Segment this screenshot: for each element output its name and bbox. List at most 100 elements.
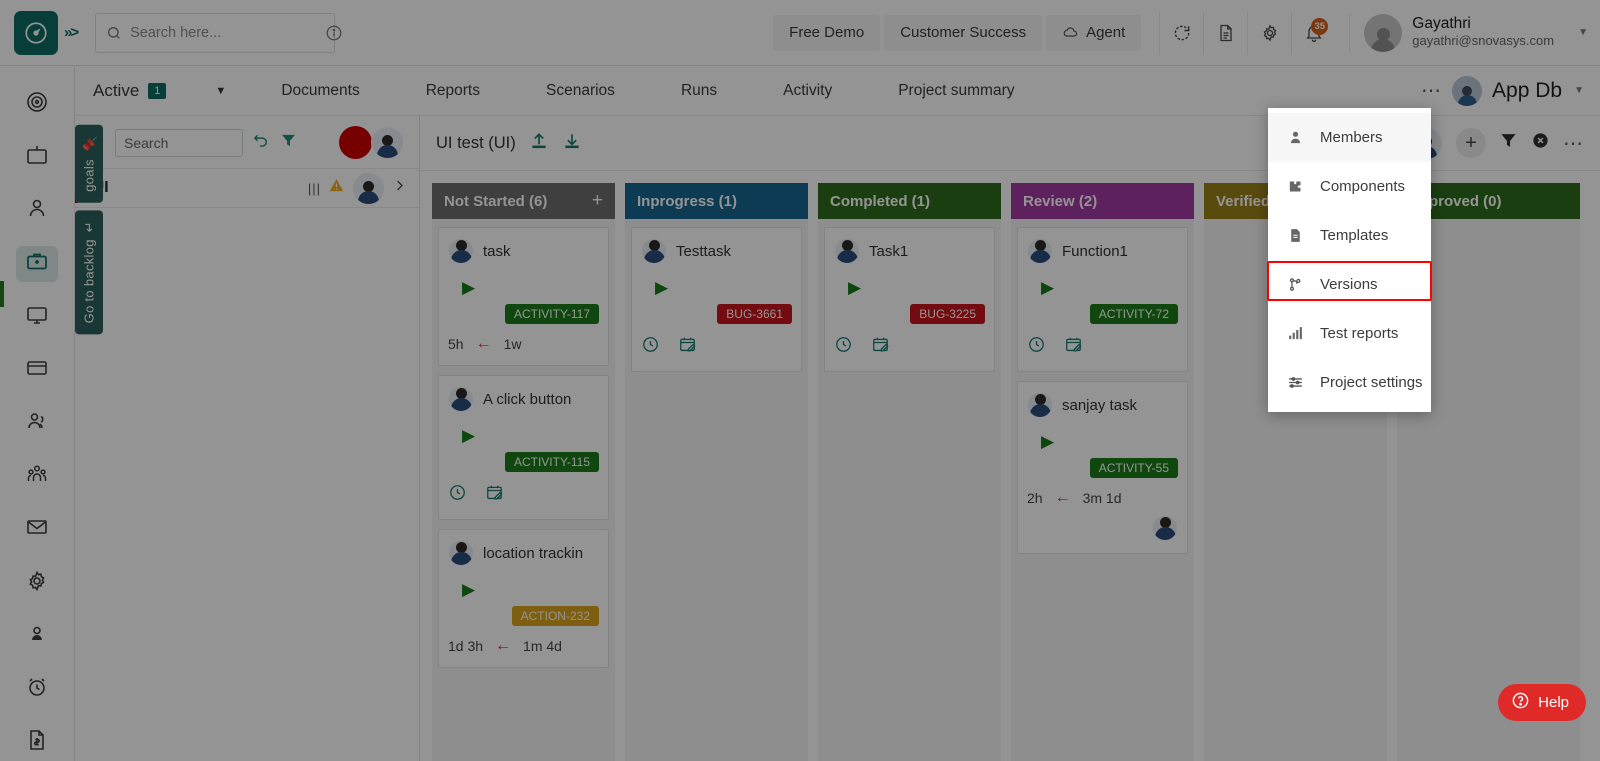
filter-icon[interactable] (1499, 131, 1518, 155)
sidebar-item-desktop[interactable] (16, 299, 58, 335)
sliders-icon (1286, 374, 1304, 391)
tab-documents[interactable]: Documents (248, 82, 392, 100)
clock-icon[interactable] (641, 335, 660, 359)
project-caret-down-icon[interactable]: ▼ (1574, 85, 1584, 96)
upload-icon[interactable] (529, 131, 549, 156)
help-button[interactable]: Help (1498, 684, 1586, 721)
sidebar-item-goals[interactable] (16, 86, 58, 122)
go-to-backlog-vertical-tab[interactable]: Go to backlog ↵ (75, 209, 103, 335)
clock-logo-icon[interactable] (14, 10, 58, 55)
plus-icon[interactable]: + (1456, 128, 1486, 158)
refresh-icon[interactable] (1159, 10, 1203, 55)
clock-icon[interactable] (834, 335, 853, 359)
calendar-edit-icon[interactable] (485, 483, 504, 507)
card-tag[interactable]: ACTIVITY-115 (504, 452, 599, 472)
calendar-edit-icon[interactable] (871, 335, 890, 359)
sidebar-item-timer[interactable] (16, 672, 58, 708)
sidebar-item-projects[interactable] (16, 245, 58, 282)
more-horizontal-icon[interactable]: ⋯ (1563, 131, 1584, 156)
agent-button[interactable]: Agent (1046, 14, 1142, 51)
search-input[interactable] (130, 24, 318, 41)
play-icon[interactable]: ▶ (462, 426, 599, 446)
caret-down-icon[interactable]: ▼ (215, 85, 226, 97)
card-tag[interactable]: ACTION-232 (511, 606, 599, 626)
sidebar-item-teams[interactable] (16, 405, 58, 441)
bell-icon[interactable]: 35 (1291, 10, 1335, 55)
gear-icon[interactable] (1247, 10, 1291, 55)
sidebar-item-account[interactable] (16, 618, 58, 654)
sidebar-item-profile[interactable] (16, 192, 58, 228)
sidebar-item-billing[interactable] (16, 352, 58, 388)
menu-item-versions[interactable]: Versions (1268, 260, 1431, 309)
chevron-right-icon[interactable] (392, 178, 407, 198)
play-icon[interactable]: ▶ (848, 278, 985, 298)
tab-scenarios[interactable]: Scenarios (513, 82, 648, 100)
card-tag[interactable]: ACTIVITY-55 (1089, 458, 1178, 478)
tab-runs[interactable]: Runs (648, 82, 750, 100)
goals-tab-label: goals (81, 159, 97, 192)
play-icon[interactable]: ▶ (1041, 432, 1178, 452)
menu-item-templates[interactable]: Templates (1268, 211, 1431, 260)
tree-item-ui[interactable]: UI ||| (75, 168, 419, 208)
arrow-left-icon: ← (475, 335, 492, 352)
card-watcher-avatar[interactable] (1152, 515, 1178, 541)
customer-success-label: Customer Success (900, 24, 1027, 41)
sidebar-item-invoice[interactable] (16, 725, 58, 761)
more-horizontal-icon[interactable]: ⋯ (1421, 78, 1442, 103)
search-bar[interactable] (95, 12, 342, 53)
card-sanjay-task[interactable]: sanjay task ▶ ACTIVITY-55 2h ← 3m 1d (1017, 381, 1188, 554)
add-card-icon[interactable]: + (592, 190, 603, 212)
sidebar-item-board[interactable] (16, 139, 58, 175)
customer-success-button[interactable]: Customer Success (884, 14, 1043, 51)
play-icon[interactable]: ▶ (462, 580, 599, 600)
tab-scenarios-label: Scenarios (546, 81, 615, 99)
calendar-edit-icon[interactable] (678, 335, 697, 359)
card-tag[interactable]: BUG-3225 (910, 304, 985, 324)
tab-project-summary[interactable]: Project summary (865, 82, 1047, 100)
member-avatar[interactable] (371, 126, 404, 159)
menu-item-test-reports[interactable]: Test reports (1268, 309, 1431, 358)
card-a-click-button[interactable]: A click button ▶ ACTIVITY-115 (438, 375, 609, 520)
tree-item-avatar[interactable] (352, 171, 385, 205)
card-tag[interactable]: ACTIVITY-72 (1089, 304, 1178, 324)
calendar-edit-icon[interactable] (1064, 335, 1083, 359)
info-icon[interactable] (325, 24, 343, 42)
play-icon[interactable]: ▶ (462, 278, 599, 298)
undo-icon[interactable] (252, 131, 271, 155)
card-task[interactable]: task ▶ ACTIVITY-117 5h ← 1w (438, 227, 609, 366)
card-task1[interactable]: Task1 ▶ BUG-3225 (824, 227, 995, 372)
card-function1[interactable]: Function1 ▶ ACTIVITY-72 (1017, 227, 1188, 372)
warning-icon[interactable] (328, 177, 345, 199)
help-label: Help (1538, 694, 1569, 711)
card-testtask[interactable]: Testtask ▶ BUG-3661 (631, 227, 802, 372)
menu-item-components[interactable]: Components (1268, 162, 1431, 211)
play-icon[interactable]: ▶ (1041, 278, 1178, 298)
tab-activity[interactable]: Activity (750, 82, 865, 100)
clear-circle-icon[interactable] (1531, 131, 1550, 155)
sidebar-item-mail[interactable] (16, 512, 58, 548)
user-menu[interactable]: Gayathri gayathri@snovasys.com ▼ (1349, 13, 1600, 52)
grip-lines-icon[interactable]: ||| (308, 181, 321, 196)
filter-icon[interactable] (280, 132, 297, 154)
sidebar-item-settings[interactable] (16, 565, 58, 601)
card-location-trackin[interactable]: location trackin ▶ ACTION-232 1d 3h ← 1m… (438, 529, 609, 668)
goals-vertical-tab[interactable]: goals 📌 (75, 125, 103, 203)
free-demo-button[interactable]: Free Demo (773, 14, 881, 51)
download-icon[interactable] (562, 131, 582, 156)
tab-reports[interactable]: Reports (393, 82, 513, 100)
clock-icon[interactable] (448, 483, 467, 507)
sidebar-item-org[interactable] (16, 459, 58, 495)
play-icon[interactable]: ▶ (655, 278, 792, 298)
clock-icon[interactable] (1027, 335, 1046, 359)
card-tag[interactable]: ACTIVITY-117 (504, 304, 599, 324)
chevron-right-double-icon[interactable]: »> (64, 24, 79, 41)
document-icon[interactable] (1203, 10, 1247, 55)
menu-item-members[interactable]: Members (1268, 113, 1431, 162)
tree-search-input[interactable]: Search (115, 128, 243, 157)
tab-project-summary-label: Project summary (898, 81, 1015, 99)
tab-activity-label: Activity (783, 81, 833, 99)
menu-item-project-settings[interactable]: Project settings (1268, 358, 1431, 407)
status-filter[interactable]: Active 1 ▼ (93, 81, 226, 101)
chevron-down-icon[interactable]: ▼ (1578, 27, 1588, 38)
card-tag[interactable]: BUG-3661 (717, 304, 792, 324)
